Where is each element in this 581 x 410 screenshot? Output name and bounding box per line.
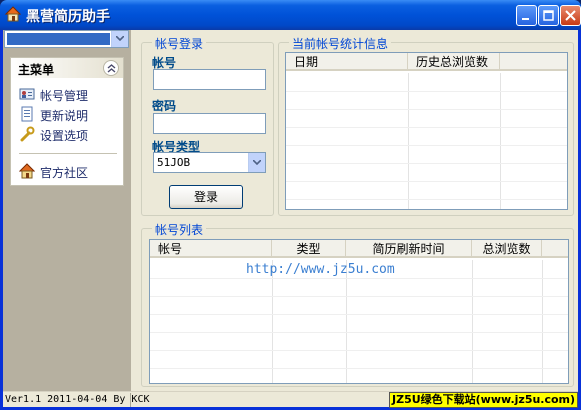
main-menu-title: 主菜单 [18, 63, 55, 77]
menu-item-community[interactable]: 官方社区 [19, 162, 119, 180]
user-select-value [7, 33, 110, 45]
grid-line [150, 278, 568, 279]
close-button[interactable] [560, 5, 581, 26]
stats-list[interactable]: 日期 历史总浏览数 [285, 52, 568, 210]
notepad-icon [21, 106, 33, 122]
column-header-account[interactable]: 帐号 [150, 240, 272, 258]
id-card-icon [19, 88, 35, 100]
menu-item-label: 更新说明 [40, 109, 89, 123]
grid-line [408, 73, 409, 209]
status-bar: Ver1.1 2011-04-04 By KCK JZ5U绿色下载站(www.j… [3, 391, 578, 408]
grid-line [150, 332, 568, 333]
menu-separator [19, 153, 117, 154]
account-list[interactable]: 帐号 类型 简历刷新时间 总浏览数 [149, 239, 569, 384]
chevron-down-icon [253, 160, 261, 165]
stats-list-header: 日期 历史总浏览数 [286, 53, 567, 71]
column-header-date[interactable]: 日期 [286, 53, 408, 71]
app-window: 黑营简历助手 主菜单 帐号管理 更新说明 设置选项 官方社区 帐号登录 帐号 密… [0, 0, 581, 410]
user-select-dropdown[interactable] [111, 31, 128, 47]
window-title: 黑营简历助手 [26, 9, 110, 25]
client-area: 主菜单 帐号管理 更新说明 设置选项 官方社区 帐号登录 帐号 密码 帐号类型 … [3, 30, 578, 408]
account-list-group-title: 帐号列表 [152, 221, 207, 238]
menu-item-label: 设置选项 [40, 129, 89, 143]
grid-line [286, 163, 567, 164]
grid-line [286, 109, 567, 110]
password-field[interactable] [153, 113, 266, 134]
login-group-title: 帐号登录 [152, 35, 207, 52]
title-bar[interactable]: 黑营简历助手 [0, 0, 581, 30]
double-chevron-up-icon [107, 64, 116, 73]
account-list-header: 帐号 类型 简历刷新时间 总浏览数 [150, 240, 568, 258]
menu-item-settings[interactable]: 设置选项 [19, 125, 119, 143]
grid-line [286, 145, 567, 146]
grid-line [286, 181, 567, 182]
column-header-type[interactable]: 类型 [272, 240, 346, 258]
menu-item-label: 官方社区 [40, 166, 89, 180]
menu-collapse-button[interactable] [103, 60, 119, 76]
minimize-button[interactable] [516, 5, 537, 26]
grid-line [150, 368, 568, 369]
chevron-down-icon [116, 36, 124, 41]
house-icon [19, 163, 35, 179]
wrench-icon [20, 126, 35, 142]
maximize-button[interactable] [538, 5, 559, 26]
main-menu-panel: 主菜单 帐号管理 更新说明 设置选项 官方社区 [10, 57, 124, 186]
minimize-icon [522, 18, 529, 20]
version-text: Ver1.1 2011-04-04 By KCK [5, 393, 150, 407]
account-type-dropdown[interactable] [248, 153, 265, 172]
login-button[interactable]: 登录 [169, 185, 243, 209]
password-label: 密码 [152, 99, 177, 113]
grid-line [286, 91, 567, 92]
column-header-total-views[interactable]: 总浏览数 [472, 240, 542, 258]
account-field[interactable] [153, 69, 266, 90]
watermark-url: http://www.jz5u.com [246, 262, 395, 277]
grid-line [150, 296, 568, 297]
maximize-icon [543, 10, 554, 21]
stats-group-title: 当前帐号统计信息 [289, 35, 392, 52]
grid-line [286, 199, 567, 200]
account-type-value: 51JOB [157, 156, 191, 169]
grid-line [286, 127, 567, 128]
grid-line [150, 314, 568, 315]
close-icon [565, 10, 576, 21]
menu-item-update-notes[interactable]: 更新说明 [19, 105, 119, 123]
menu-item-account-management[interactable]: 帐号管理 [19, 85, 119, 103]
column-header-refresh-time[interactable]: 简历刷新时间 [346, 240, 472, 258]
grid-line [150, 350, 568, 351]
column-header-total-views[interactable]: 历史总浏览数 [408, 53, 500, 71]
user-select[interactable] [4, 30, 129, 48]
menu-item-label: 帐号管理 [40, 89, 89, 103]
account-type-select[interactable]: 51JOB [153, 152, 266, 173]
grid-line [500, 73, 501, 209]
left-pane: 主菜单 帐号管理 更新说明 设置选项 官方社区 [3, 30, 131, 391]
house-icon [4, 6, 22, 22]
main-menu-header[interactable]: 主菜单 [11, 58, 123, 78]
status-badge: JZ5U绿色下载站(www.jz5u.com) [389, 392, 578, 408]
